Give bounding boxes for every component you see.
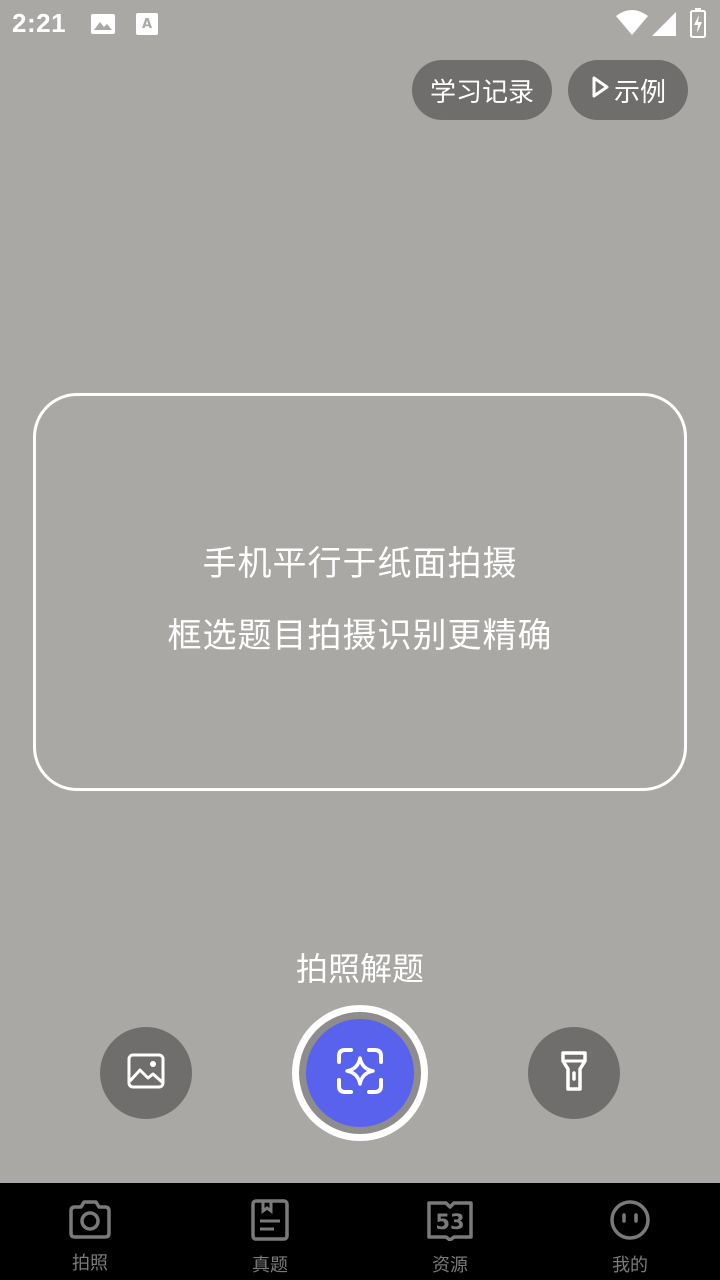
- bottom-nav: 拍照 真题 53 资源 我的: [0, 1183, 720, 1280]
- nav-label-profile: 我的: [612, 1255, 648, 1276]
- status-bar: 2:21 A: [0, 0, 720, 48]
- image-icon: [90, 12, 116, 40]
- status-time: 2:21: [12, 8, 67, 38]
- nav-item-papers[interactable]: 真题: [180, 1183, 360, 1280]
- capture-frame: [33, 393, 687, 791]
- svg-text:A: A: [142, 17, 152, 32]
- study-history-button[interactable]: 学习记录: [412, 60, 552, 120]
- guide-line-1: 手机平行于纸面拍摄: [202, 544, 518, 584]
- gallery-icon: [126, 1051, 166, 1095]
- flashlight-button[interactable]: [528, 1027, 620, 1119]
- signal-icon: [652, 12, 676, 40]
- flashlight-icon: [554, 1049, 594, 1097]
- book-53-text: 53: [435, 1210, 464, 1234]
- play-icon: [590, 75, 614, 106]
- shutter-core: [306, 1019, 414, 1127]
- nav-item-resources[interactable]: 53 资源: [360, 1183, 540, 1280]
- document-icon: [250, 1199, 290, 1245]
- guide-line-2: 框选题目拍摄识别更精确: [167, 616, 553, 656]
- camera-icon: [67, 1199, 113, 1243]
- shutter-ring: [299, 1012, 421, 1134]
- study-history-label: 学习记录: [429, 77, 534, 108]
- nav-label-camera: 拍照: [72, 1253, 108, 1274]
- battery-icon: [690, 8, 706, 42]
- font-a-icon: A: [135, 12, 159, 40]
- face-icon: [609, 1199, 651, 1245]
- nav-label-resources: 资源: [432, 1255, 468, 1276]
- example-label: 示例: [613, 77, 666, 108]
- mode-label: 拍照解题: [295, 950, 424, 988]
- example-button[interactable]: 示例: [568, 60, 688, 120]
- nav-item-camera[interactable]: 拍照: [0, 1183, 180, 1280]
- scan-sparkle-icon: [335, 1046, 385, 1100]
- nav-item-profile[interactable]: 我的: [540, 1183, 720, 1280]
- nav-label-papers: 真题: [252, 1255, 288, 1276]
- shutter-button[interactable]: [292, 1005, 428, 1141]
- book-53-icon: 53: [426, 1199, 474, 1245]
- wifi-icon: [616, 10, 648, 40]
- gallery-button[interactable]: [100, 1027, 192, 1119]
